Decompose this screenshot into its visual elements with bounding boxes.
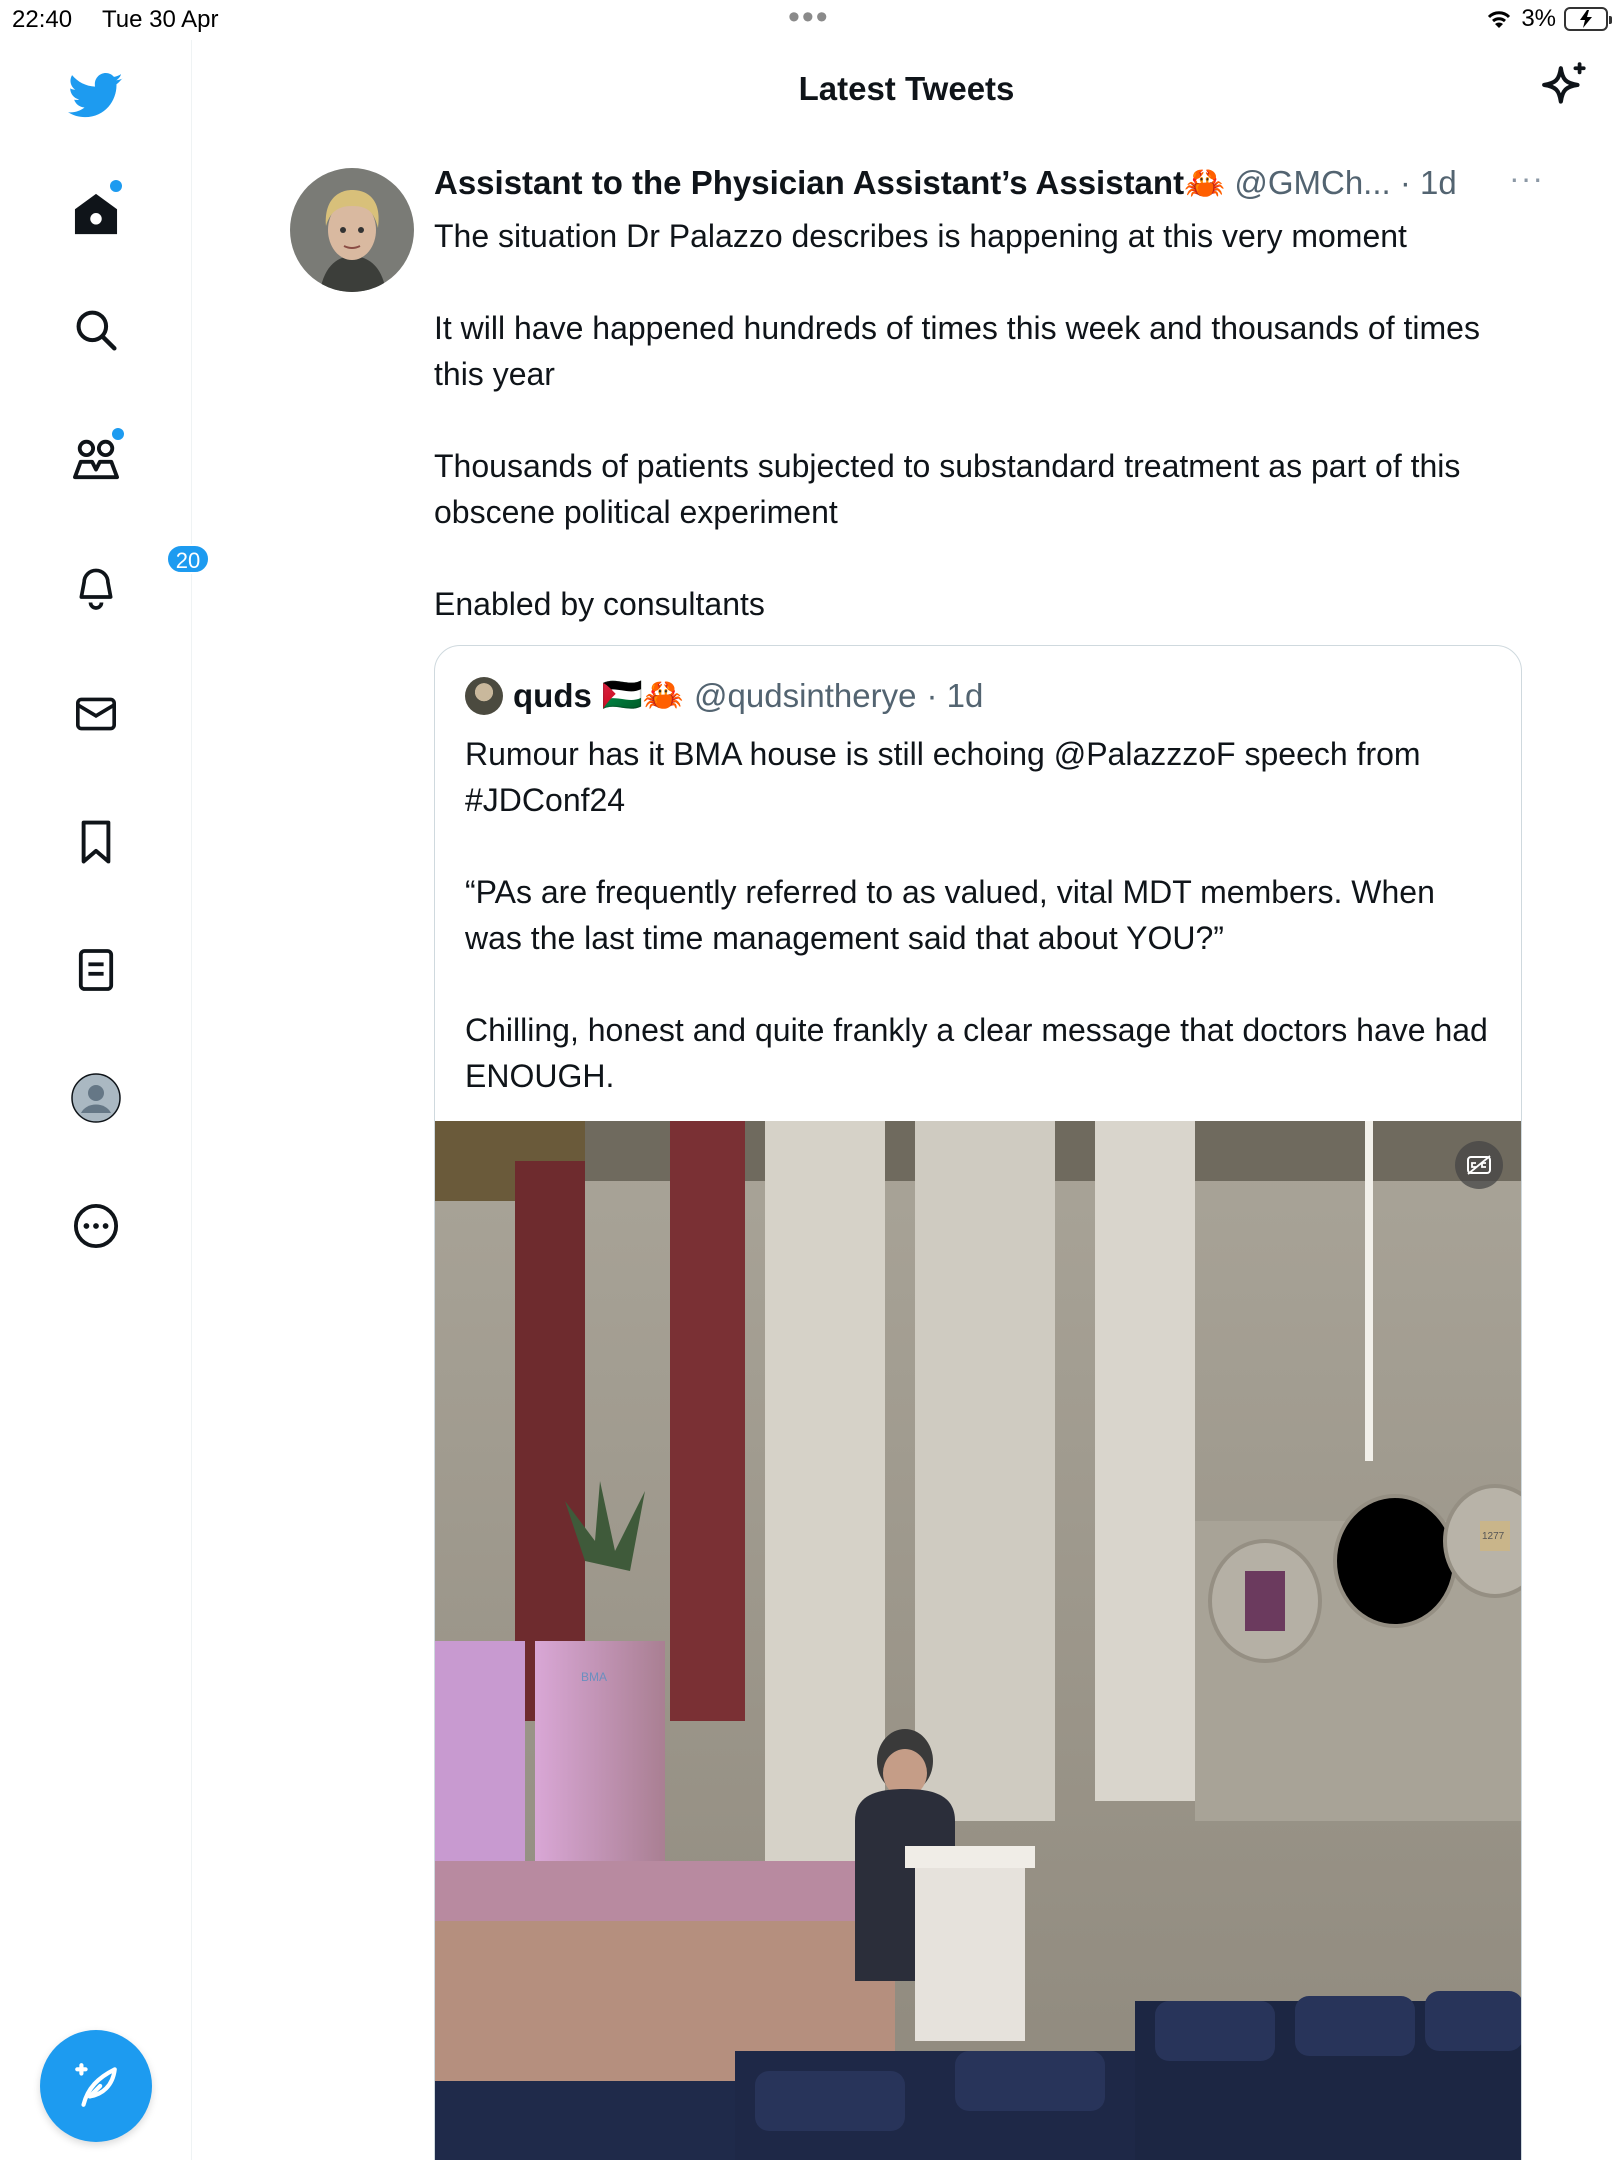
status-date: Tue 30 Apr [102,6,219,33]
quoted-timestamp: · 1d [926,676,984,714]
quoted-author-flags: 🇵🇸🦀 [601,676,685,713]
twitter-logo-icon[interactable] [66,66,126,126]
tweet-paragraph: It will have happened hundreds of times … [434,310,1480,392]
quoted-author-handle: @qudsintherye [694,676,917,714]
captions-button[interactable] [1455,1141,1503,1189]
status-bar: 22:40 Tue 30 Apr ••• 3% [0,0,1620,40]
quoted-author-avatar [465,676,503,715]
timeline-switch-button[interactable] [1540,62,1590,112]
sidebar-item-messages[interactable] [66,684,126,744]
timeline-header: Latest Tweets [193,40,1620,140]
notifications-icon [79,568,113,610]
page-title: Latest Tweets [798,70,1015,107]
tweet-paragraph: Enabled by consultants [434,586,765,622]
sidebar: 20 [0,40,210,2160]
messages-icon [76,697,116,731]
search-icon [76,310,117,351]
quoted-tweet-header: quds 🇵🇸🦀 @qudsintherye · 1d [465,676,983,715]
tweet-author-name[interactable]: Assistant to the Physician Assistant’s A… [434,164,1225,201]
profile-icon [71,1073,121,1123]
battery-percent: 3% [1521,5,1556,32]
home-unread-dot [110,180,122,192]
quoted-tweet[interactable]: quds 🇵🇸🦀 @qudsintherye · 1d Rumour has i… [434,645,1522,2160]
tweet-timestamp[interactable]: · 1d [1400,164,1457,201]
sidebar-item-more[interactable] [66,1196,126,1256]
notifications-badge: 20 [166,544,210,574]
quoted-tweet-body: Rumour has it BMA house is still echoing… [465,731,1495,1145]
video-frame-image: BMA 1277 [435,1121,1521,2160]
quoted-paragraph: “PAs are frequently referred to as value… [465,874,1435,956]
tweet-header: Assistant to the Physician Assistant’s A… [434,160,1544,208]
compose-tweet-button[interactable] [40,2030,152,2142]
sidebar-item-lists[interactable] [66,940,126,1000]
compose-icon [75,2063,117,2107]
battery-icon [1564,7,1612,31]
sidebar-item-bookmarks[interactable] [66,812,126,872]
sidebar-item-communities[interactable] [66,428,126,488]
lists-icon [78,949,114,991]
quoted-paragraph: Rumour has it BMA house is still echoing… [465,736,1421,818]
captions-icon [1467,1155,1491,1175]
crest-text: 1277 [1482,1531,1505,1542]
sidebar-item-profile[interactable] [66,1068,126,1128]
communities-unread-dot [112,428,124,440]
tweet-paragraph: The situation Dr Palazzo describes is ha… [434,218,1407,254]
status-indicators: 3% [1485,5,1612,33]
communities-icon [72,439,119,480]
tweet-more-button[interactable]: ··· [1509,160,1544,197]
tweet-body: The situation Dr Palazzo describes is ha… [434,213,1534,673]
tweet-author-handle[interactable]: @GMCh... [1234,164,1390,201]
more-icon [73,1203,119,1249]
quoted-paragraph: Chilling, honest and quite frankly a cle… [465,1012,1488,1094]
wifi-icon [1488,11,1511,28]
tweet-paragraph: Thousands of patients subjected to subst… [434,448,1461,530]
lectern-logo: BMA [581,1670,607,1684]
status-time: 22:40 [12,6,73,33]
quoted-author-name: quds [513,676,592,714]
sidebar-item-search[interactable] [66,300,126,360]
bookmarks-icon [81,820,111,864]
sparkle-icon [1542,62,1586,104]
sidebar-item-notifications[interactable]: 20 [66,544,210,616]
tweet-author-avatar[interactable] [290,168,414,292]
sidebar-item-home[interactable] [66,180,126,244]
quoted-tweet-video[interactable]: BMA 1277 [435,1121,1521,2160]
multitasking-dots-icon[interactable]: ••• [788,0,830,34]
home-icon [74,193,118,235]
